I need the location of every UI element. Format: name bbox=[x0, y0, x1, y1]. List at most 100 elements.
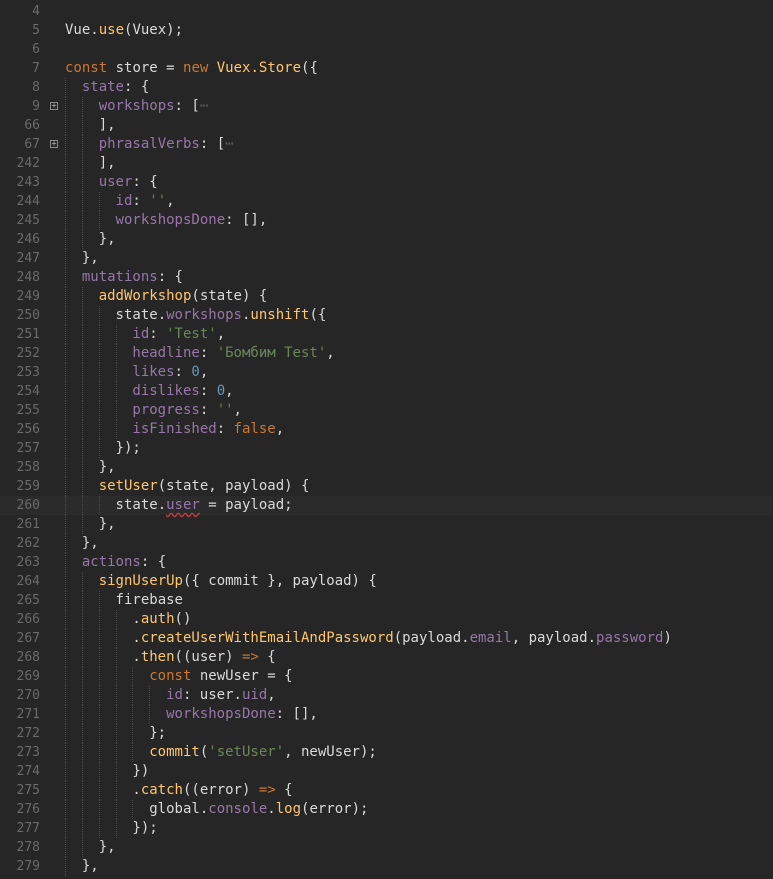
code-line[interactable]: 276 global.console.log(error); bbox=[0, 800, 773, 819]
code-text[interactable]: id: 'Test', bbox=[132, 325, 225, 344]
code-text[interactable]: }, bbox=[82, 249, 99, 268]
code-text[interactable]: id: '', bbox=[116, 192, 175, 211]
code-line[interactable]: 255 progress: '', bbox=[0, 401, 773, 420]
code-line[interactable]: 268 .then((user) => { bbox=[0, 648, 773, 667]
code-line[interactable]: 5 Vue.use(Vuex); bbox=[0, 21, 773, 40]
code-token: 'setUser' bbox=[208, 744, 285, 760]
code-text[interactable]: .createUserWithEmailAndPassword(payload.… bbox=[132, 629, 672, 648]
code-text[interactable]: isFinished: false, bbox=[132, 420, 284, 439]
code-text[interactable]: }, bbox=[82, 857, 99, 876]
code-line[interactable]: 260 state.user = payload; bbox=[0, 496, 773, 515]
code-line[interactable]: 259 setUser(state, payload) { bbox=[0, 477, 773, 496]
code-text[interactable]: .auth() bbox=[132, 610, 191, 629]
code-text[interactable]: Vue.use(Vuex); bbox=[65, 21, 183, 40]
code-line[interactable]: 275 .catch((error) => { bbox=[0, 781, 773, 800]
code-text[interactable]: }, bbox=[99, 838, 116, 857]
code-editor[interactable]: 4 5 Vue.use(Vuex); 6 7 const store = new Vuex… bbox=[0, 0, 773, 879]
code-text[interactable]: commit('setUser', newUser); bbox=[149, 743, 377, 762]
code-line[interactable]: 7 const store = new Vuex.Store({ bbox=[0, 59, 773, 78]
code-text[interactable]: addWorkshop(state) { bbox=[99, 287, 268, 306]
code-line[interactable]: 261}, bbox=[0, 515, 773, 534]
code-line[interactable]: 252 headline: 'Бомбим Test', bbox=[0, 344, 773, 363]
code-text[interactable]: ], bbox=[99, 116, 116, 135]
code-line[interactable]: 243 user: { bbox=[0, 173, 773, 192]
code-line[interactable]: 244 id: '', bbox=[0, 192, 773, 211]
code-text[interactable]: headline: 'Бомбим Test', bbox=[132, 344, 334, 363]
indent-guide bbox=[98, 648, 100, 667]
code-text[interactable]: likes: 0, bbox=[132, 363, 208, 382]
code-line[interactable]: 274}) bbox=[0, 762, 773, 781]
code-line[interactable]: 277}); bbox=[0, 819, 773, 838]
code-line[interactable]: 8 state: { bbox=[0, 78, 773, 97]
code-text[interactable]: setUser(state, payload) { bbox=[99, 477, 310, 496]
code-line[interactable]: 257}); bbox=[0, 439, 773, 458]
code-text[interactable]: state.user = payload; bbox=[116, 496, 293, 515]
code-text[interactable]: id: user.uid, bbox=[166, 686, 276, 705]
code-line[interactable]: 271 workshopsDone: [], bbox=[0, 705, 773, 724]
code-text[interactable]: dislikes: 0, bbox=[132, 382, 233, 401]
code-line[interactable]: 262}, bbox=[0, 534, 773, 553]
code-text[interactable]: }, bbox=[82, 534, 99, 553]
code-text[interactable]: }); bbox=[116, 439, 141, 458]
code-text[interactable]: phrasalVerbs: [⋯ bbox=[99, 135, 234, 154]
code-text[interactable]: .then((user) => { bbox=[132, 648, 275, 667]
code-text[interactable]: mutations: { bbox=[82, 268, 183, 287]
code-line[interactable]: 270 id: user.uid, bbox=[0, 686, 773, 705]
code-text[interactable]: workshops: [⋯ bbox=[99, 97, 209, 116]
code-text[interactable]: firebase bbox=[116, 591, 183, 610]
indent-guide bbox=[81, 515, 83, 534]
code-text[interactable]: }) bbox=[132, 762, 149, 781]
code-line[interactable]: 273 commit('setUser', newUser); bbox=[0, 743, 773, 762]
code-text[interactable]: user: { bbox=[99, 173, 158, 192]
code-text[interactable]: }, bbox=[99, 458, 116, 477]
code-line[interactable]: 249 addWorkshop(state) { bbox=[0, 287, 773, 306]
fold-expand-icon[interactable]: + bbox=[50, 102, 58, 110]
code-text[interactable]: ], bbox=[99, 154, 116, 173]
code-text[interactable]: .catch((error) => { bbox=[132, 781, 292, 800]
code-line[interactable]: 256 isFinished: false, bbox=[0, 420, 773, 439]
code-text[interactable]: }); bbox=[132, 819, 157, 838]
code-text[interactable]: workshopsDone: [], bbox=[116, 211, 268, 230]
code-line[interactable]: 251 id: 'Test', bbox=[0, 325, 773, 344]
code-text[interactable]: }, bbox=[99, 230, 116, 249]
code-line[interactable]: 279}, bbox=[0, 857, 773, 876]
code-text[interactable]: }, bbox=[99, 515, 116, 534]
code-line[interactable]: 246}, bbox=[0, 230, 773, 249]
code-line[interactable]: 266 .auth() bbox=[0, 610, 773, 629]
code-text[interactable]: signUserUp({ commit }, payload) { bbox=[99, 572, 377, 591]
code-token: headline bbox=[132, 345, 200, 361]
code-text[interactable]: const newUser = { bbox=[149, 667, 292, 686]
code-line[interactable]: 6 bbox=[0, 40, 773, 59]
code-line[interactable]: 263 actions: { bbox=[0, 553, 773, 572]
code-text[interactable]: progress: '', bbox=[132, 401, 242, 420]
code-line[interactable]: 269 const newUser = { bbox=[0, 667, 773, 686]
code-text[interactable]: workshopsDone: [], bbox=[166, 705, 318, 724]
code-line[interactable]: 67 + phrasalVerbs: [⋯ bbox=[0, 135, 773, 154]
code-line[interactable]: 4 bbox=[0, 2, 773, 21]
code-line[interactable]: 267 .createUserWithEmailAndPassword(paylo… bbox=[0, 629, 773, 648]
code-text[interactable]: const store = new Vuex.Store({ bbox=[65, 59, 318, 78]
fold-expand-icon[interactable]: + bbox=[50, 140, 58, 148]
code-line[interactable]: 272}; bbox=[0, 724, 773, 743]
code-text[interactable]: actions: { bbox=[82, 553, 166, 572]
code-line[interactable]: 264 signUserUp({ commit }, payload) { bbox=[0, 572, 773, 591]
indent-guide bbox=[65, 857, 66, 876]
code-area[interactable]: 4 5 Vue.use(Vuex); 6 7 const store = new Vuex… bbox=[0, 0, 773, 879]
code-text[interactable]: global.console.log(error); bbox=[149, 800, 368, 819]
code-line[interactable]: 278}, bbox=[0, 838, 773, 857]
code-line[interactable]: 66], bbox=[0, 116, 773, 135]
code-text[interactable]: state.workshops.unshift({ bbox=[116, 306, 327, 325]
code-line[interactable]: 9 + workshops: [⋯ bbox=[0, 97, 773, 116]
code-line[interactable]: 265 firebase bbox=[0, 591, 773, 610]
code-line[interactable]: 247}, bbox=[0, 249, 773, 268]
code-text[interactable]: }; bbox=[149, 724, 166, 743]
code-token: . bbox=[132, 649, 141, 665]
code-line[interactable]: 242], bbox=[0, 154, 773, 173]
code-line[interactable]: 248 mutations: { bbox=[0, 268, 773, 287]
code-line[interactable]: 254 dislikes: 0, bbox=[0, 382, 773, 401]
code-line[interactable]: 250 state.workshops.unshift({ bbox=[0, 306, 773, 325]
code-line[interactable]: 258}, bbox=[0, 458, 773, 477]
code-line[interactable]: 245 workshopsDone: [], bbox=[0, 211, 773, 230]
code-text[interactable]: state: { bbox=[82, 78, 149, 97]
code-line[interactable]: 253 likes: 0, bbox=[0, 363, 773, 382]
